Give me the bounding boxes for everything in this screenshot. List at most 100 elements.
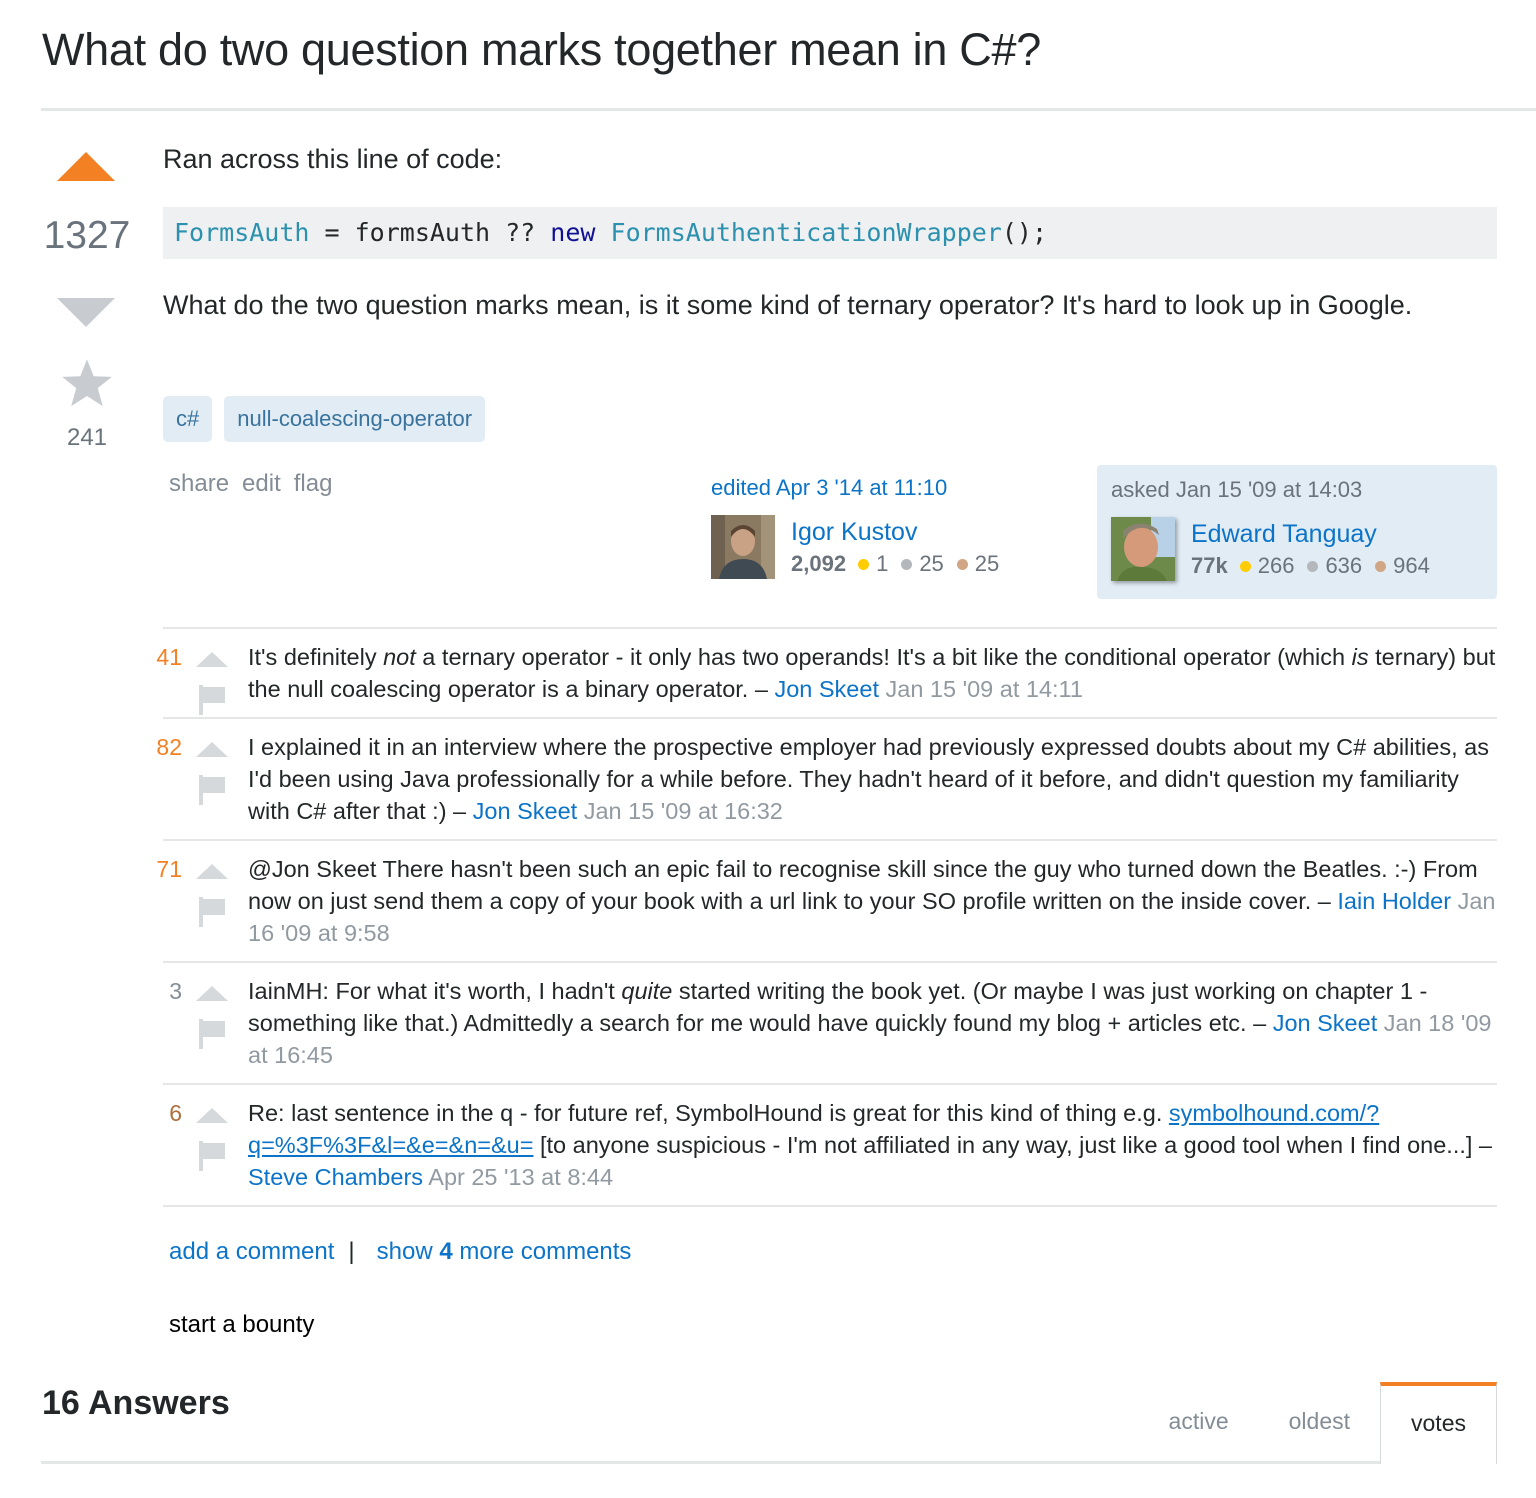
owner-name-link[interactable]: Edward Tanguay xyxy=(1191,520,1443,548)
question-title[interactable]: What do two question marks together mean… xyxy=(42,24,1041,76)
gold-badge-icon xyxy=(1239,560,1251,572)
comment-upvote-icon[interactable] xyxy=(196,652,228,667)
owner-user: Edward Tanguay 77k 266 636 964 xyxy=(1111,517,1483,581)
comment-text: It's definitely xyxy=(248,644,384,670)
comment-user-link[interactable]: Steve Chambers xyxy=(248,1164,423,1190)
question-intro: Ran across this line of code: xyxy=(163,144,503,174)
comment-upvote-icon[interactable] xyxy=(196,1108,228,1123)
comment-emphasis: not xyxy=(383,644,416,670)
start-bounty-link[interactable]: start a bounty xyxy=(169,1311,314,1339)
answers-count-header: 16 Answers xyxy=(42,1384,230,1422)
owner-stats: 77k 266 636 964 xyxy=(1191,553,1443,579)
show-more-prefix: show xyxy=(376,1238,440,1265)
comment: 82 I explained it in an interview where … xyxy=(156,719,1497,841)
favorite-star-icon[interactable] xyxy=(60,356,114,410)
comment-score: 6 xyxy=(169,1100,182,1126)
editor-name-link[interactable]: Igor Kustov xyxy=(791,518,1012,546)
comment-user-link[interactable]: Iain Holder xyxy=(1337,888,1451,914)
tag-null-coalescing-operator[interactable]: null-coalescing-operator xyxy=(224,396,486,442)
gold-badge: 1 xyxy=(858,551,888,577)
comment-text: I explained it in an interview where the… xyxy=(248,734,1489,824)
flag-icon[interactable] xyxy=(199,897,225,927)
show-more-suffix: more comments xyxy=(452,1238,632,1265)
code-token: = formsAuth ?? xyxy=(309,218,551,247)
comment-user-link[interactable]: Jon Skeet xyxy=(1273,1010,1378,1036)
code-token: (); xyxy=(1001,218,1048,247)
comment-upvote-icon[interactable] xyxy=(196,986,228,1001)
share-link[interactable]: share xyxy=(169,470,229,498)
comment-upvote-icon[interactable] xyxy=(196,864,228,879)
flag-link[interactable]: flag xyxy=(294,470,333,498)
tab-votes[interactable]: votes xyxy=(1380,1382,1497,1464)
editor-reputation: 2,092 xyxy=(791,551,847,576)
comment-text: Re: last sentence in the q - for future … xyxy=(248,1100,1169,1126)
flag-icon[interactable] xyxy=(199,1019,225,1049)
flag-icon[interactable] xyxy=(199,1141,225,1171)
comment-date[interactable]: Jan 15 '09 at 16:32 xyxy=(584,798,783,824)
owner-avatar[interactable] xyxy=(1111,517,1175,581)
editor-user: Igor Kustov 2,092 1 25 25 xyxy=(711,515,1051,579)
editor-card: edited Apr 3 '14 at 11:10 Igor Kustov 2,… xyxy=(711,475,1051,579)
silver-badge: 636 xyxy=(1307,553,1362,579)
tag-list: c# null-coalescing-operator xyxy=(163,396,486,442)
gold-badge-icon xyxy=(858,558,870,570)
code-block: FormsAuth = formsAuth ?? new FormsAuthen… xyxy=(163,207,1497,259)
tab-active[interactable]: active xyxy=(1139,1382,1259,1464)
asked-time: asked Jan 15 '09 at 14:03 xyxy=(1111,477,1363,502)
comment-score: 71 xyxy=(156,856,182,882)
tag-csharp[interactable]: c# xyxy=(163,396,213,442)
code-keyword: new xyxy=(550,218,596,247)
title-divider xyxy=(41,108,1536,111)
bronze-badge-icon xyxy=(956,558,968,570)
bronze-badge-count: 964 xyxy=(1393,553,1430,578)
silver-badge: 25 xyxy=(901,551,944,577)
bronze-badge: 25 xyxy=(956,551,1000,577)
owner-card: asked Jan 15 '09 at 14:03 Edward Tanguay… xyxy=(1097,465,1497,599)
silver-badge-icon xyxy=(901,558,913,570)
comment-date[interactable]: Jan 15 '09 at 14:11 xyxy=(886,676,1083,702)
show-more-comments-link[interactable]: show 4 more comments xyxy=(377,1238,632,1266)
bronze-badge: 964 xyxy=(1375,553,1430,579)
comment-text: [to anyone suspicious - I'm not affiliat… xyxy=(533,1132,1493,1158)
editor-avatar[interactable] xyxy=(711,515,775,579)
favorite-count: 241 xyxy=(66,424,108,451)
comment-date[interactable]: Apr 25 '13 at 8:44 xyxy=(428,1164,613,1190)
bronze-badge-icon xyxy=(1375,560,1387,572)
comment-upvote-icon[interactable] xyxy=(196,742,228,757)
comment-text: a ternary operator - it only has two ope… xyxy=(415,644,1352,670)
gold-badge-count: 266 xyxy=(1257,553,1295,578)
gold-badge: 266 xyxy=(1239,553,1295,579)
comment-score: 41 xyxy=(156,644,182,670)
silver-badge-count: 25 xyxy=(919,551,944,576)
upvote-arrow-icon[interactable] xyxy=(57,152,115,181)
edit-link[interactable]: edit xyxy=(242,470,281,498)
comment: 6 Re: last sentence in the q - for futur… xyxy=(163,1085,1497,1207)
comment: 71 @Jon Skeet There hasn't been such an … xyxy=(156,841,1497,963)
comment-text: IainMH: For what it's worth, I hadn't xyxy=(248,978,622,1004)
downvote-arrow-icon[interactable] xyxy=(57,298,115,327)
flag-icon[interactable] xyxy=(199,775,225,805)
comment: 3 IainMH: For what it's worth, I hadn't … xyxy=(163,963,1497,1085)
code-token: FormsAuthenticationWrapper xyxy=(610,218,1002,247)
tab-oldest[interactable]: oldest xyxy=(1259,1382,1380,1464)
question-body: What do the two question marks mean, is … xyxy=(163,290,1413,320)
code-token: FormsAuth xyxy=(174,218,310,247)
comment-list: 41 It's definitely not a ternary operato… xyxy=(156,627,1497,1207)
editor-stats: 2,092 1 25 25 xyxy=(791,551,1012,577)
bronze-badge-count: 25 xyxy=(974,551,1000,576)
separator: | xyxy=(348,1238,355,1265)
silver-badge-count: 636 xyxy=(1325,553,1363,578)
vote-count: 1327 xyxy=(43,214,131,257)
comment-user-link[interactable]: Jon Skeet xyxy=(774,676,879,702)
comment-score: 3 xyxy=(169,978,182,1004)
comment-user-link[interactable]: Jon Skeet xyxy=(473,798,578,824)
owner-reputation: 77k xyxy=(1191,553,1228,578)
flag-icon[interactable] xyxy=(199,685,225,715)
comment-text: @Jon Skeet There hasn't been such an epi… xyxy=(248,856,1478,914)
add-comment-link[interactable]: add a comment xyxy=(169,1238,334,1266)
edited-time-link[interactable]: edited Apr 3 '14 at 11:10 xyxy=(711,475,1051,501)
post-menu: share edit flag xyxy=(169,470,332,498)
comment-emphasis: quite xyxy=(621,978,673,1004)
gold-badge-count: 1 xyxy=(876,551,889,576)
